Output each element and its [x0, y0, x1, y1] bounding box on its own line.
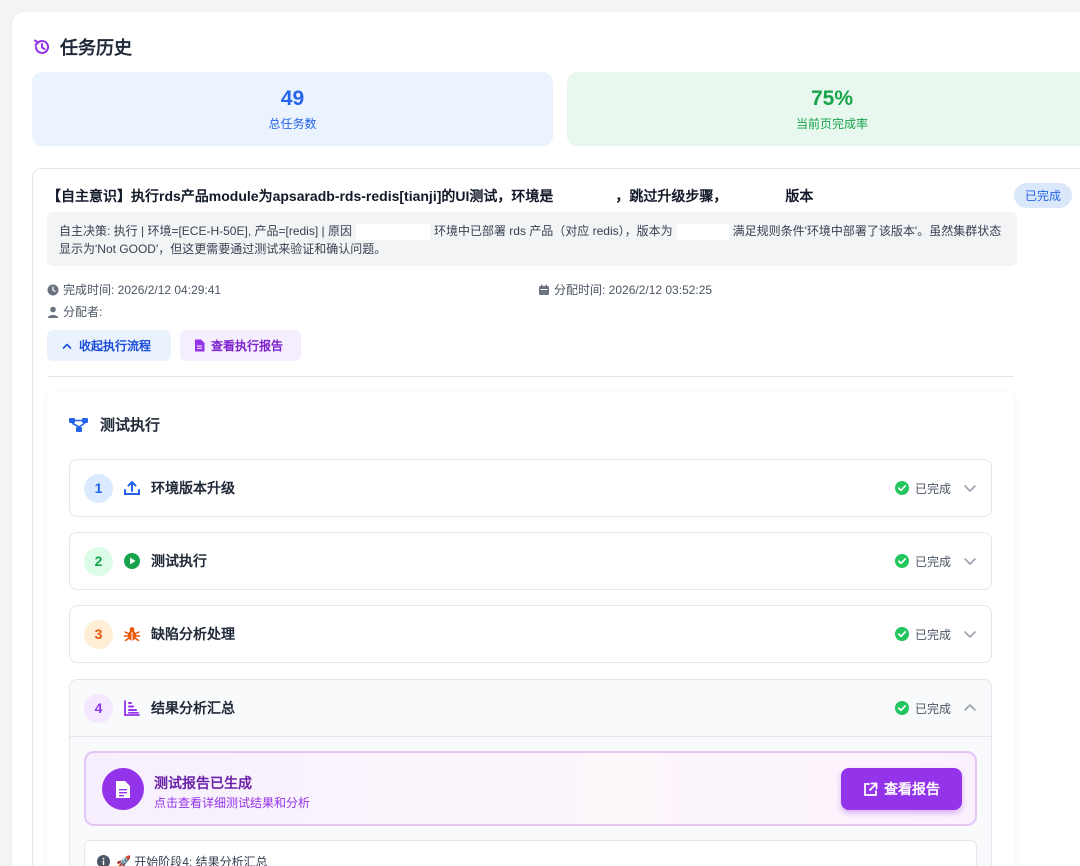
history-icon [34, 39, 49, 54]
stage-status: 已完成 [894, 553, 951, 570]
completed-time: 完成时间: 2026/2/12 04:29:41 [47, 281, 221, 298]
stage-number: 2 [84, 546, 113, 576]
clock-icon [47, 284, 59, 295]
chevron-up-icon[interactable] [963, 701, 977, 715]
external-link-icon [864, 782, 878, 796]
stat-total-label: 总任务数 [268, 116, 317, 131]
document-icon [195, 339, 205, 352]
chevron-down-icon[interactable] [963, 554, 977, 568]
assigned-time: 分配时间: 2026/2/12 03:52:25 [538, 281, 712, 298]
stage-number: 4 [84, 693, 113, 723]
task-title-part2: ，跳过升级步骤， [615, 188, 728, 204]
reason-part1: 自主决策: 执行 | 环境=[ECE-H-50E], 产品=[redis] | … [59, 224, 352, 238]
stat-total-value: 49 [280, 86, 305, 110]
workflow-icon [69, 417, 88, 432]
stage-2-test[interactable]: 2 测试执行 已完成 [69, 532, 992, 590]
log-entry: 🚀 开始阶段4: 结果分析汇总 [84, 840, 977, 866]
view-exec-report-button[interactable]: 查看执行报告 [180, 330, 301, 361]
view-report-button[interactable]: 查看报告 [841, 768, 962, 810]
stat-total-tasks: 49 总任务数 [32, 72, 553, 146]
stat-completion-label: 当前页完成率 [795, 116, 868, 131]
upload-icon [123, 479, 141, 497]
chevron-down-icon[interactable] [963, 627, 977, 641]
stage-name: 环境版本升级 [151, 480, 235, 496]
view-report-label: 查看报告 [884, 781, 940, 797]
completed-time-text: 完成时间: 2026/2/12 04:29:41 [63, 283, 222, 297]
stage-name: 测试执行 [151, 553, 207, 569]
check-circle-icon [894, 627, 909, 641]
divider [47, 376, 1014, 377]
chevron-down-icon[interactable] [963, 481, 977, 495]
bar-chart-icon [123, 699, 141, 717]
view-exec-report-label: 查看执行报告 [211, 339, 284, 353]
stage-status-text: 已完成 [914, 554, 951, 569]
stage-status: 已完成 [894, 480, 951, 497]
task-title-part3: 版本 [785, 188, 814, 204]
page-header: 任务历史 [32, 34, 132, 60]
chevron-up-icon [62, 343, 72, 349]
redacted-env [553, 187, 616, 201]
report-generated-card: 测试报告已生成 点击查看详细测试结果和分析 查看报告 [84, 751, 977, 826]
stage-number: 1 [84, 473, 113, 503]
redacted-version [727, 187, 786, 201]
stage-1-upgrade[interactable]: 1 环境版本升级 已完成 [69, 459, 992, 517]
assignee-text: 分配者: [63, 305, 103, 319]
user-icon [47, 306, 59, 318]
log-text: 🚀 开始阶段4: 结果分析汇总 [116, 855, 268, 866]
stage-4-header[interactable]: 4 结果分析汇总 已完成 [70, 680, 991, 737]
reason-part2: 环境中已部署 rds 产品（对应 redis），版本为 [433, 224, 673, 238]
decision-reason: 自主决策: 执行 | 环境=[ECE-H-50E], 产品=[redis] | … [47, 212, 1017, 266]
check-circle-icon [894, 554, 909, 568]
stage-status-text: 已完成 [914, 701, 951, 716]
task-title-part1: 【自主意识】执行rds产品module为apsaradb-rds-redis[t… [47, 188, 554, 204]
task-title: 【自主意识】执行rds产品module为apsaradb-rds-redis[t… [47, 186, 813, 206]
stage-status: 已完成 [894, 700, 951, 717]
stage-status-text: 已完成 [914, 481, 951, 496]
collapse-flow-label: 收起执行流程 [79, 339, 152, 353]
stage-number: 3 [84, 619, 113, 649]
stat-completion-value: 75% [810, 86, 854, 110]
page-title: 任务历史 [60, 38, 132, 58]
assigned-time-text: 分配时间: 2026/2/12 03:52:25 [554, 283, 713, 297]
stage-3-defect[interactable]: 3 缺陷分析处理 已完成 [69, 605, 992, 663]
stage-name: 缺陷分析处理 [151, 626, 235, 642]
redacted-reason-version [676, 223, 729, 240]
task-status-badge: 已完成 [1014, 183, 1072, 208]
execution-title: 测试执行 [100, 417, 161, 434]
check-circle-icon [894, 701, 909, 715]
stat-completion-rate: 75% 当前页完成率 [567, 72, 1080, 146]
report-file-icon [102, 768, 144, 810]
report-subtitle: 点击查看详细测试结果和分析 [154, 796, 311, 810]
assignee: 分配者: [47, 303, 102, 320]
stage-name: 结果分析汇总 [151, 700, 235, 716]
execution-header: 测试执行 [68, 414, 160, 435]
check-circle-icon [894, 481, 909, 495]
stage-status: 已完成 [894, 626, 951, 643]
play-circle-icon [123, 552, 141, 570]
calendar-icon [539, 284, 549, 295]
collapse-flow-button[interactable]: 收起执行流程 [47, 330, 171, 361]
stage-status-text: 已完成 [914, 627, 951, 642]
redacted-reason-env [355, 223, 430, 240]
report-title: 测试报告已生成 [154, 775, 252, 791]
info-icon [97, 855, 110, 866]
bug-icon [123, 625, 141, 643]
